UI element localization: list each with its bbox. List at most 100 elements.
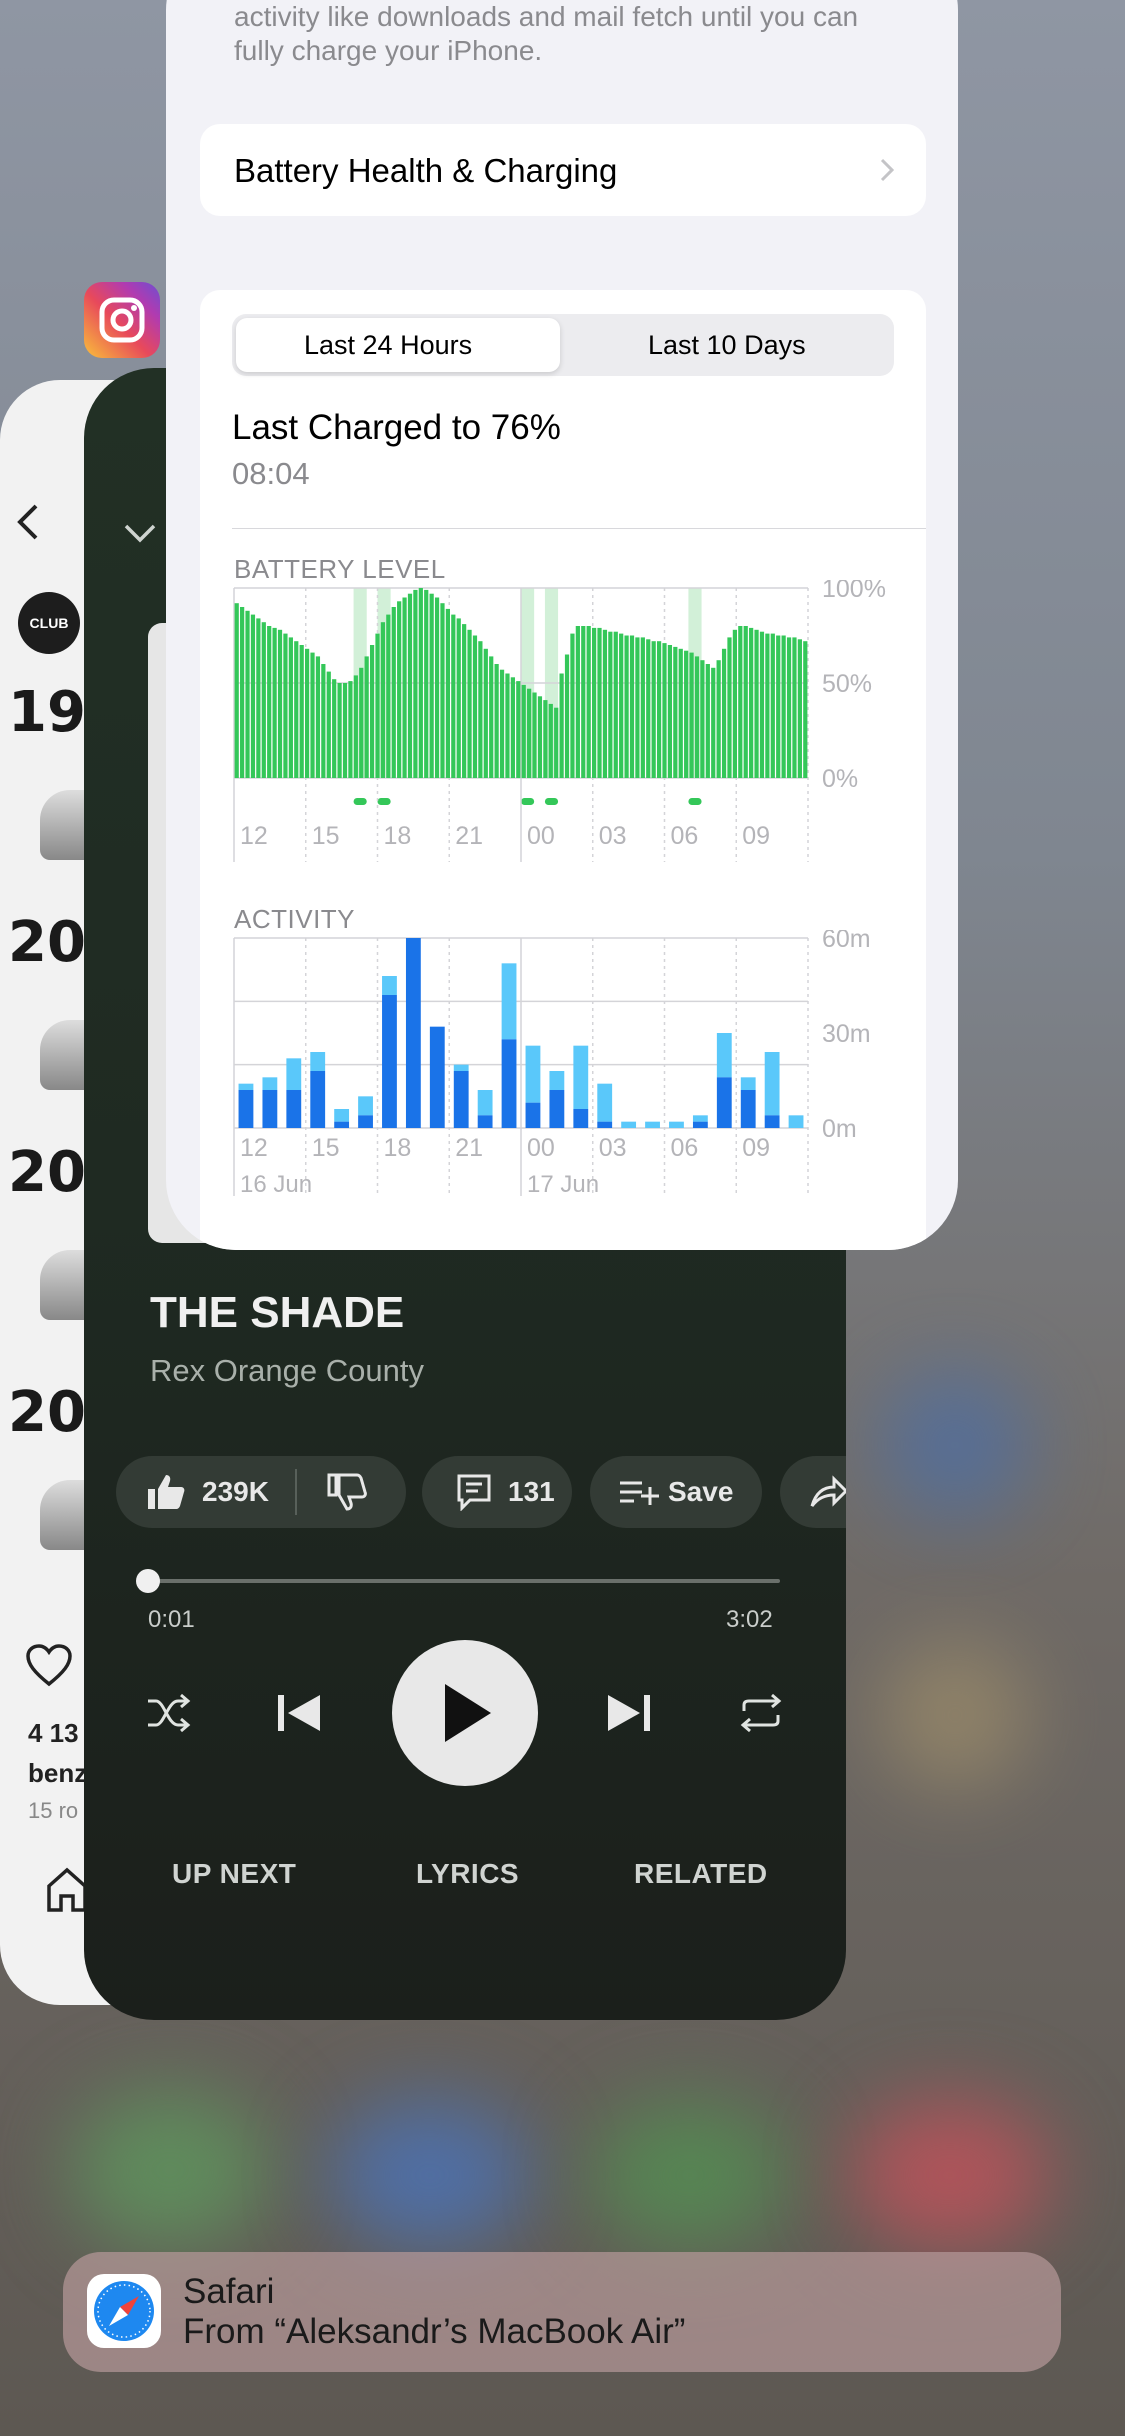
battery-bar xyxy=(743,626,748,778)
battery-health-row[interactable]: Battery Health & Charging xyxy=(200,124,926,216)
y-tick-label: 30m xyxy=(822,1020,871,1048)
battery-bar xyxy=(543,700,548,778)
dock-blur-blue xyxy=(330,2100,530,2250)
battery-bar xyxy=(516,681,521,778)
shuffle-button[interactable] xyxy=(144,1688,194,1738)
charging-indicator xyxy=(688,798,702,805)
time-range-segmented-control: Last 24 Hours Last 10 Days xyxy=(232,314,894,376)
battery-bar xyxy=(727,637,732,778)
battery-bar xyxy=(792,637,797,778)
tab-lyrics[interactable]: LYRICS xyxy=(416,1858,519,1890)
progress-knob[interactable] xyxy=(136,1569,160,1593)
battery-bar xyxy=(429,593,434,778)
thumbs-down-icon[interactable] xyxy=(327,1473,367,1511)
battery-bar xyxy=(629,635,635,778)
battery-bar xyxy=(684,650,689,778)
activity-bar-screen-on xyxy=(429,1026,445,1128)
battery-bar xyxy=(505,673,510,778)
handoff-notification[interactable]: Safari From “Aleksandr’s MacBook Air” xyxy=(63,2252,1061,2372)
battery-bar xyxy=(451,614,456,778)
x-tick-label: 00 xyxy=(527,1134,555,1162)
battery-bar xyxy=(397,601,402,778)
battery-bar xyxy=(277,629,283,778)
comments-button[interactable]: 131 xyxy=(422,1456,572,1528)
chevron-down-icon[interactable] xyxy=(120,518,160,548)
battery-bar xyxy=(332,679,337,778)
battery-bar xyxy=(602,629,608,778)
tab-related[interactable]: RELATED xyxy=(634,1858,768,1890)
avatar[interactable]: CLUB xyxy=(18,592,80,654)
battery-bar xyxy=(591,627,597,778)
battery-bar xyxy=(434,597,440,778)
post-year: 20 xyxy=(8,910,86,975)
activity-bar-screen-off xyxy=(358,1096,373,1116)
post-time: 15 ro xyxy=(28,1798,79,1823)
battery-bar xyxy=(548,703,553,778)
activity-bar-screen-on xyxy=(453,1071,469,1128)
likes-count[interactable]: 239K xyxy=(202,1476,269,1508)
battery-bar xyxy=(359,667,364,778)
battery-bar xyxy=(521,684,526,778)
battery-bar xyxy=(261,622,266,778)
x-tick-label: 18 xyxy=(384,1134,412,1162)
battery-bar xyxy=(765,633,770,778)
pill-divider xyxy=(294,1469,297,1515)
battery-bar xyxy=(391,607,396,778)
previous-button[interactable] xyxy=(272,1686,326,1740)
activity-bar-screen-on xyxy=(334,1121,350,1128)
post-year: 20 xyxy=(8,1380,86,1445)
song-artist[interactable]: Rex Orange County xyxy=(150,1353,424,1389)
battery-bar xyxy=(624,635,629,778)
battery-bar xyxy=(700,660,705,778)
y-tick-label: 50% xyxy=(822,670,872,698)
next-button[interactable] xyxy=(602,1686,656,1740)
battery-bar xyxy=(575,626,580,778)
battery-bar xyxy=(738,626,743,778)
post-user[interactable]: benz xyxy=(28,1758,87,1789)
battery-bar xyxy=(467,629,472,778)
battery-bar xyxy=(646,639,651,778)
playlist-add-icon xyxy=(618,1477,660,1507)
segment-last-10-days[interactable]: Last 10 Days xyxy=(648,330,806,361)
segment-last-24-hours[interactable]: Last 24 Hours xyxy=(304,330,472,361)
share-icon xyxy=(808,1474,846,1510)
tab-up-next[interactable]: UP NEXT xyxy=(172,1858,296,1890)
activity-bar-screen-on xyxy=(310,1071,326,1128)
x-tick-label: 06 xyxy=(671,822,699,850)
battery-bar xyxy=(418,588,423,778)
play-button[interactable] xyxy=(392,1640,538,1786)
battery-bar xyxy=(364,656,369,778)
activity-bar-screen-on xyxy=(716,1077,732,1128)
battery-bar xyxy=(586,626,591,778)
back-icon[interactable] xyxy=(10,500,44,544)
progress-track[interactable] xyxy=(148,1579,780,1583)
activity-bar-screen-off xyxy=(525,1045,541,1103)
battery-bar xyxy=(673,646,678,778)
section-divider xyxy=(232,528,926,529)
battery-bar xyxy=(797,639,802,778)
battery-bar xyxy=(283,633,288,778)
repeat-button[interactable] xyxy=(736,1688,786,1738)
heart-icon[interactable] xyxy=(24,1642,74,1688)
save-button[interactable]: Save xyxy=(590,1456,762,1528)
save-label: Save xyxy=(668,1476,734,1507)
battery-bar xyxy=(462,624,467,778)
bg-blur-tan xyxy=(880,1640,1030,1790)
share-button[interactable] xyxy=(780,1456,846,1528)
last-charged-label: Last Charged to 76% xyxy=(232,408,561,447)
settings-app-card[interactable]: activity like downloads and mail fetch u… xyxy=(166,0,958,1250)
battery-bar xyxy=(803,641,808,778)
battery-bar xyxy=(234,603,239,778)
battery-bar xyxy=(326,671,331,778)
skip-next-icon xyxy=(608,1695,650,1731)
activity-bar-screen-off xyxy=(501,963,517,1040)
instagram-app-icon[interactable] xyxy=(84,282,160,358)
y-tick-label: 0m xyxy=(822,1115,857,1143)
activity-bar-screen-off xyxy=(453,1064,469,1071)
battery-bar xyxy=(716,660,721,778)
battery-bar xyxy=(445,608,451,778)
battery-bar xyxy=(310,652,315,778)
thumbs-up-icon[interactable] xyxy=(146,1473,186,1511)
battery-bar xyxy=(240,607,245,778)
y-tick-label: 100% xyxy=(822,580,886,603)
